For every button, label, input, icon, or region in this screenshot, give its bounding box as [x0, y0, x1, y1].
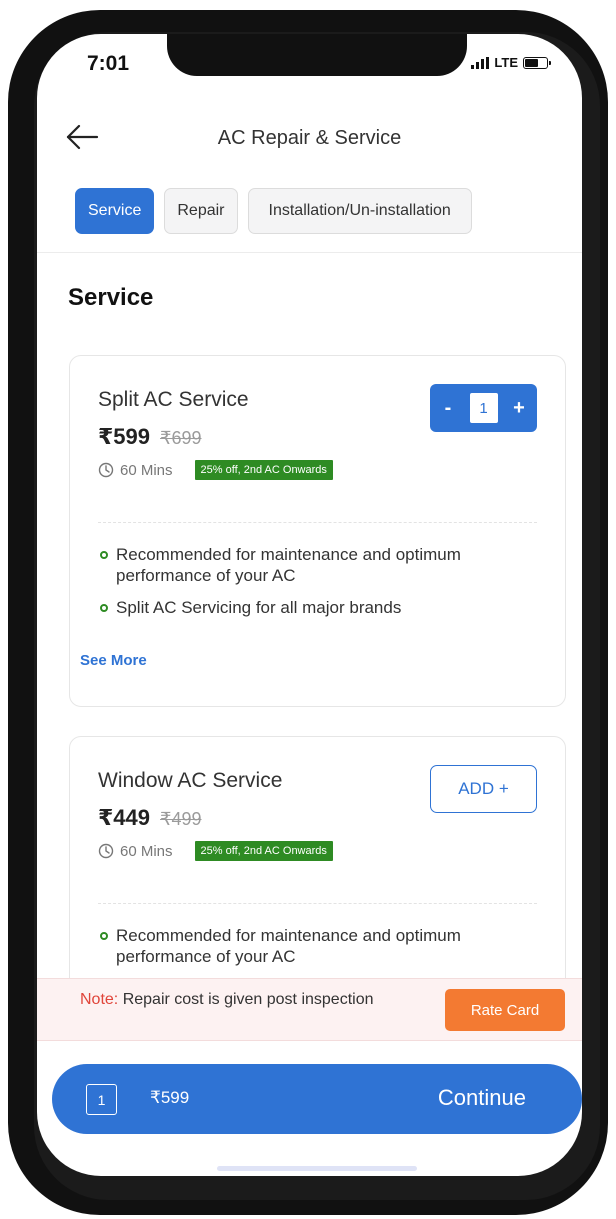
service-name: Split AC Service: [98, 388, 249, 411]
feature-text: Recommended for maintenance and optimum …: [116, 545, 461, 585]
price-row: ₹599 ₹699: [98, 424, 202, 450]
service-price: ₹599: [98, 424, 151, 449]
tab-installation[interactable]: Installation/Un-installation: [247, 188, 472, 234]
status-indicators: LTE: [471, 55, 551, 70]
feature-text: Split AC Servicing for all major brands: [116, 598, 402, 617]
home-indicator: [217, 1166, 417, 1171]
feature-text: Recommended for maintenance and optimum …: [116, 926, 461, 966]
service-name: Window AC Service: [98, 769, 283, 792]
add-button[interactable]: ADD +: [430, 765, 537, 813]
service-duration: 60 Mins: [120, 842, 173, 860]
cart-bar[interactable]: 1 ₹599 Continue: [52, 1064, 582, 1134]
page-header: AC Repair & Service: [37, 114, 582, 164]
quantity-stepper: - 1 +: [430, 384, 537, 432]
rate-card-button[interactable]: Rate Card: [445, 989, 565, 1031]
bullet-icon: [100, 932, 108, 940]
feature-list: Recommended for maintenance and optimum …: [98, 544, 545, 629]
card-divider: [98, 522, 537, 523]
bullet-icon: [100, 604, 108, 612]
service-card-split-ac: Split AC Service ₹599 ₹699 60 Mins 25% o…: [69, 355, 566, 707]
original-price: ₹699: [160, 428, 202, 448]
tab-service[interactable]: Service: [75, 188, 155, 234]
offer-badge: 25% off, 2nd AC Onwards: [194, 841, 333, 861]
bullet-icon: [100, 551, 108, 559]
app-screen: 7:01 LTE AC Repair & Service Service Rep…: [37, 34, 582, 1176]
see-more-link[interactable]: See More: [80, 652, 147, 669]
increment-button[interactable]: +: [510, 397, 528, 420]
category-tabs: Service Repair Installation/Un-installat…: [75, 188, 472, 234]
cart-total: ₹599: [150, 1088, 190, 1107]
note-message: Repair cost is given post inspection: [118, 991, 374, 1008]
tab-repair[interactable]: Repair: [164, 188, 238, 234]
note-banner: Note: Repair cost is given post inspecti…: [37, 978, 582, 1041]
feature-item: Split AC Servicing for all major brands: [98, 597, 545, 618]
card-divider: [98, 903, 537, 904]
note-label: Note:: [80, 991, 119, 1008]
feature-item: Recommended for maintenance and optimum …: [98, 925, 545, 967]
note-text: Note: Repair cost is given post inspecti…: [80, 990, 374, 1010]
camera-notch: [167, 34, 467, 76]
continue-button[interactable]: Continue: [438, 1085, 526, 1111]
quantity-value: 1: [469, 393, 498, 423]
tabs-divider: [37, 252, 582, 253]
service-duration: 60 Mins: [120, 461, 173, 479]
feature-item: Recommended for maintenance and optimum …: [98, 544, 545, 586]
meta-row: 60 Mins 25% off, 2nd AC Onwards: [98, 460, 333, 480]
signal-icon: [471, 56, 490, 69]
battery-icon: [523, 56, 551, 69]
clock-icon: [98, 462, 114, 478]
original-price: ₹499: [160, 809, 202, 829]
offer-badge: 25% off, 2nd AC Onwards: [194, 460, 333, 480]
feature-list: Recommended for maintenance and optimum …: [98, 925, 545, 978]
meta-row: 60 Mins 25% off, 2nd AC Onwards: [98, 841, 333, 861]
service-price: ₹449: [98, 805, 151, 830]
status-time: 7:01: [87, 52, 130, 75]
price-row: ₹449 ₹499: [98, 805, 202, 831]
section-title: Service: [68, 284, 154, 311]
page-title: AC Repair & Service: [217, 127, 402, 149]
cart-count: 1: [86, 1084, 117, 1115]
clock-icon: [98, 843, 114, 859]
decrement-button[interactable]: -: [439, 397, 457, 420]
network-type: LTE: [494, 55, 518, 70]
